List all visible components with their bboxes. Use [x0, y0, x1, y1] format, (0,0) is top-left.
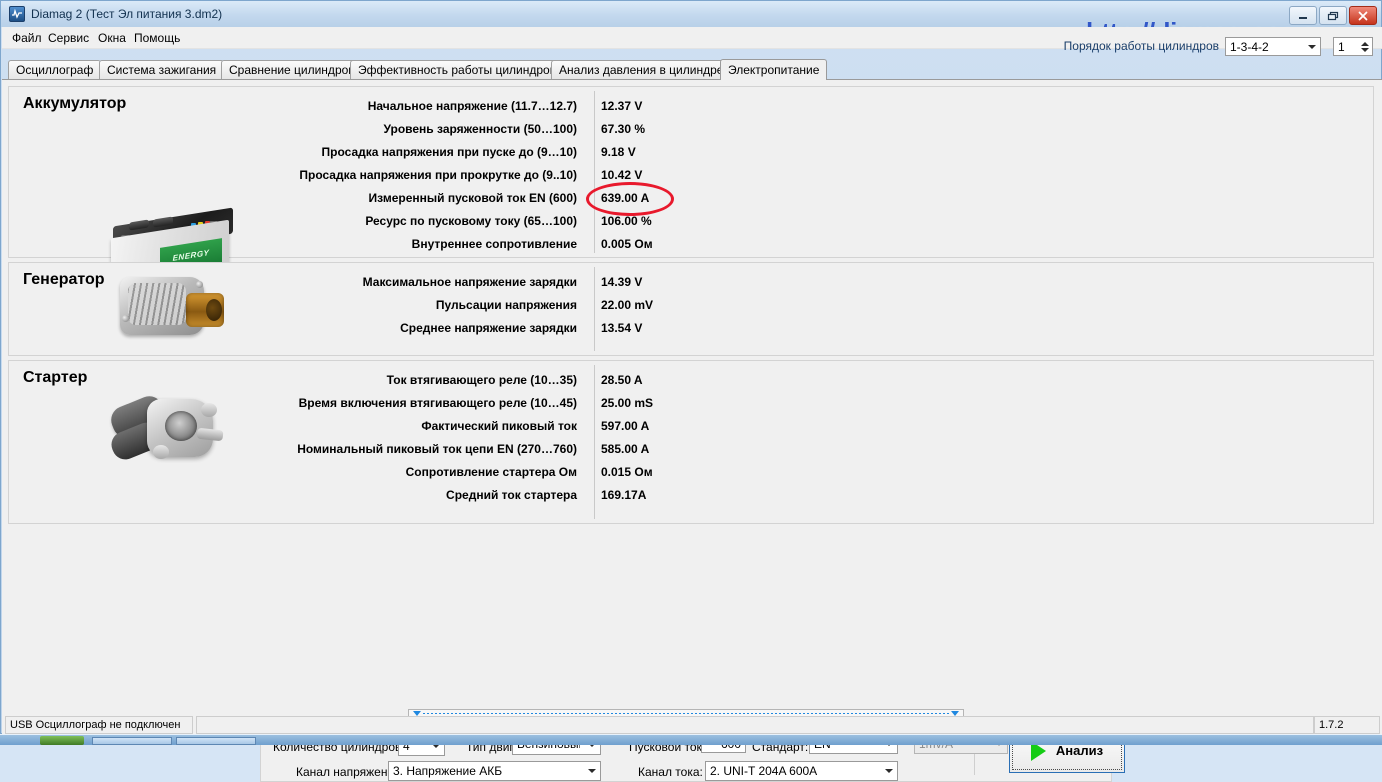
row-value: 22.00 mV: [601, 298, 654, 312]
row-label: Среднее напряжение зарядки: [400, 321, 577, 335]
table-row: Среднее напряжение зарядки 13.54 V: [9, 317, 1373, 340]
cylinder-order-label: Порядок работы цилиндров: [1063, 39, 1219, 53]
row-value: 12.37 V: [601, 99, 643, 113]
cylinder-order-value: 1-3-4-2: [1230, 40, 1269, 54]
table-row-highlighted: Измеренный пусковой ток EN (600) 639.00 …: [9, 187, 1373, 210]
analyze-button-label: Анализ: [1055, 743, 1104, 758]
window-title: Diamag 2 (Тест Эл питания 3.dm2): [31, 7, 223, 21]
row-label: Ток втягивающего реле (10…35): [386, 373, 577, 387]
row-value: 10.42 V: [601, 168, 643, 182]
chevron-down-icon[interactable]: [1360, 47, 1369, 52]
chevron-down-icon: [1303, 38, 1320, 55]
row-label: Время включения втягивающего реле (10…45…: [298, 396, 577, 410]
voltage-channel-combo[interactable]: 3. Напряжение АКБ: [388, 761, 601, 781]
spinner-arrows[interactable]: [1359, 39, 1370, 54]
row-label: Средний ток стартера: [446, 488, 577, 502]
menu-item-windows[interactable]: Окна: [94, 30, 130, 46]
chevron-down-icon: [880, 762, 897, 780]
row-value: 9.18 V: [601, 145, 636, 159]
row-label: Уровень заряженности (50…100): [383, 122, 578, 136]
application-window: Diamag 2 (Тест Эл питания 3.dm2) http://…: [0, 0, 1382, 782]
section-starter: Стартер Ток втягивающего реле (10…35) 28…: [8, 360, 1374, 524]
tab-power-supply[interactable]: Электропитание: [720, 59, 828, 80]
menu-item-service[interactable]: Сервис: [44, 30, 93, 46]
cylinder-index-spinner[interactable]: 1: [1333, 37, 1373, 56]
tab-ignition-system[interactable]: Система зажигания: [99, 60, 225, 79]
row-value: 639.00 A: [601, 191, 650, 205]
row-label: Просадка напряжения при прокрутке до (9.…: [299, 168, 577, 182]
row-value: 28.50 A: [601, 373, 643, 387]
row-value: 67.30 %: [601, 122, 646, 136]
row-label: Измеренный пусковой ток EN (600): [368, 191, 577, 205]
cylinder-index-value: 1: [1338, 40, 1345, 54]
row-label: Просадка напряжения при пуске до (9…10): [321, 145, 577, 159]
row-value: 0.005 Ом: [601, 237, 653, 251]
table-row: Средний ток стартера 169.17A: [9, 484, 1373, 507]
window-buttons: [1289, 6, 1377, 25]
tab-pressure-analysis[interactable]: Анализ давления в цилиндре: [551, 60, 732, 79]
row-label: Ресурс по пусковому току (65…100): [365, 214, 577, 228]
alternator-rows: Максимальное напряжение зарядки 14.39 V …: [9, 271, 1373, 340]
current-channel-combo[interactable]: 2. UNI-T 204A 600A: [705, 761, 898, 781]
voltage-channel-value: 3. Напряжение АКБ: [393, 764, 503, 778]
table-row: Номинальный пиковый ток цепи EN (270…760…: [9, 438, 1373, 461]
title-bar: Diamag 2 (Тест Эл питания 3.dm2): [1, 1, 1381, 27]
app-icon: [9, 6, 25, 22]
section-battery: Аккумулятор ENERGY Начальное напряжение …: [8, 86, 1374, 293]
tab-content-power-supply: Аккумулятор ENERGY Начальное напряжение …: [2, 79, 1382, 782]
status-version: 1.7.2: [1314, 716, 1380, 734]
starter-rows: Ток втягивающего реле (10…35) 28.50 A Вр…: [9, 369, 1373, 507]
battery-rows: Начальное напряжение (11.7…12.7) 12.37 V…: [9, 95, 1373, 256]
table-row: Пульсации напряжения 22.00 mV: [9, 294, 1373, 317]
splitter-dots: [423, 713, 949, 714]
status-bar: USB Осциллограф не подключен 1.7.2: [2, 716, 1382, 734]
table-row: Максимальное напряжение зарядки 14.39 V: [9, 271, 1373, 294]
tab-cylinder-compare[interactable]: Сравнение цилиндров: [221, 60, 363, 79]
row-label: Сопротивление стартера Ом: [405, 465, 577, 479]
row-value: 169.17A: [601, 488, 647, 502]
table-row: Внутреннее сопротивление 0.005 Ом: [9, 233, 1373, 256]
row-value: 25.00 mS: [601, 396, 654, 410]
row-value: 0.015 Ом: [601, 465, 653, 479]
table-row: Сопротивление стартера Ом 0.015 Ом: [9, 461, 1373, 484]
table-row: Просадка напряжения при прокрутке до (9.…: [9, 164, 1373, 187]
section-alternator: Генератор Максимальное напряжение зарядк…: [8, 262, 1374, 356]
row-label: Пульсации напряжения: [435, 298, 577, 312]
row-value: 13.54 V: [601, 321, 643, 335]
table-row: Просадка напряжения при пуске до (9…10) …: [9, 141, 1373, 164]
main-window: Diamag 2 (Тест Эл питания 3.dm2) http://…: [0, 0, 1382, 782]
close-icon[interactable]: [1349, 6, 1377, 25]
table-row: Начальное напряжение (11.7…12.7) 12.37 V: [9, 95, 1373, 118]
menu-item-file[interactable]: Файл: [8, 30, 46, 46]
row-label: Начальное напряжение (11.7…12.7): [367, 99, 577, 113]
chevron-down-icon: [583, 762, 600, 780]
row-value: 14.39 V: [601, 275, 643, 289]
status-message: [196, 716, 1314, 734]
restore-icon[interactable]: [1319, 6, 1347, 25]
tab-oscilloscope[interactable]: Осциллограф: [8, 60, 102, 79]
table-row: Ресурс по пусковому току (65…100) 106.00…: [9, 210, 1373, 233]
current-channel-value: 2. UNI-T 204A 600A: [710, 764, 818, 778]
row-label: Максимальное напряжение зарядки: [362, 275, 577, 289]
tab-strip: Осциллограф Система зажигания Сравнение …: [2, 59, 1382, 80]
chevron-up-icon[interactable]: [1360, 41, 1369, 46]
row-value: 597.00 A: [601, 419, 650, 433]
row-value: 106.00 %: [601, 214, 652, 228]
taskbar: [0, 734, 1382, 745]
current-channel-label: Канал тока:: [638, 765, 703, 779]
table-row: Ток втягивающего реле (10…35) 28.50 A: [9, 369, 1373, 392]
row-label: Номинальный пиковый ток цепи EN (270…760…: [297, 442, 577, 456]
table-row: Фактический пиковый ток 597.00 A: [9, 415, 1373, 438]
table-row: Время включения втягивающего реле (10…45…: [9, 392, 1373, 415]
status-connection: USB Осциллограф не подключен: [5, 716, 193, 734]
minimize-icon[interactable]: [1289, 6, 1317, 25]
menu-item-help[interactable]: Помощь: [130, 30, 184, 46]
cylinder-order-combo[interactable]: 1-3-4-2: [1225, 37, 1321, 56]
tab-cylinder-efficiency[interactable]: Эффективность работы цилиндров: [350, 60, 565, 79]
row-value: 585.00 A: [601, 442, 650, 456]
table-row: Уровень заряженности (50…100) 67.30 %: [9, 118, 1373, 141]
row-label: Фактический пиковый ток: [421, 419, 577, 433]
row-label: Внутреннее сопротивление: [411, 237, 577, 251]
